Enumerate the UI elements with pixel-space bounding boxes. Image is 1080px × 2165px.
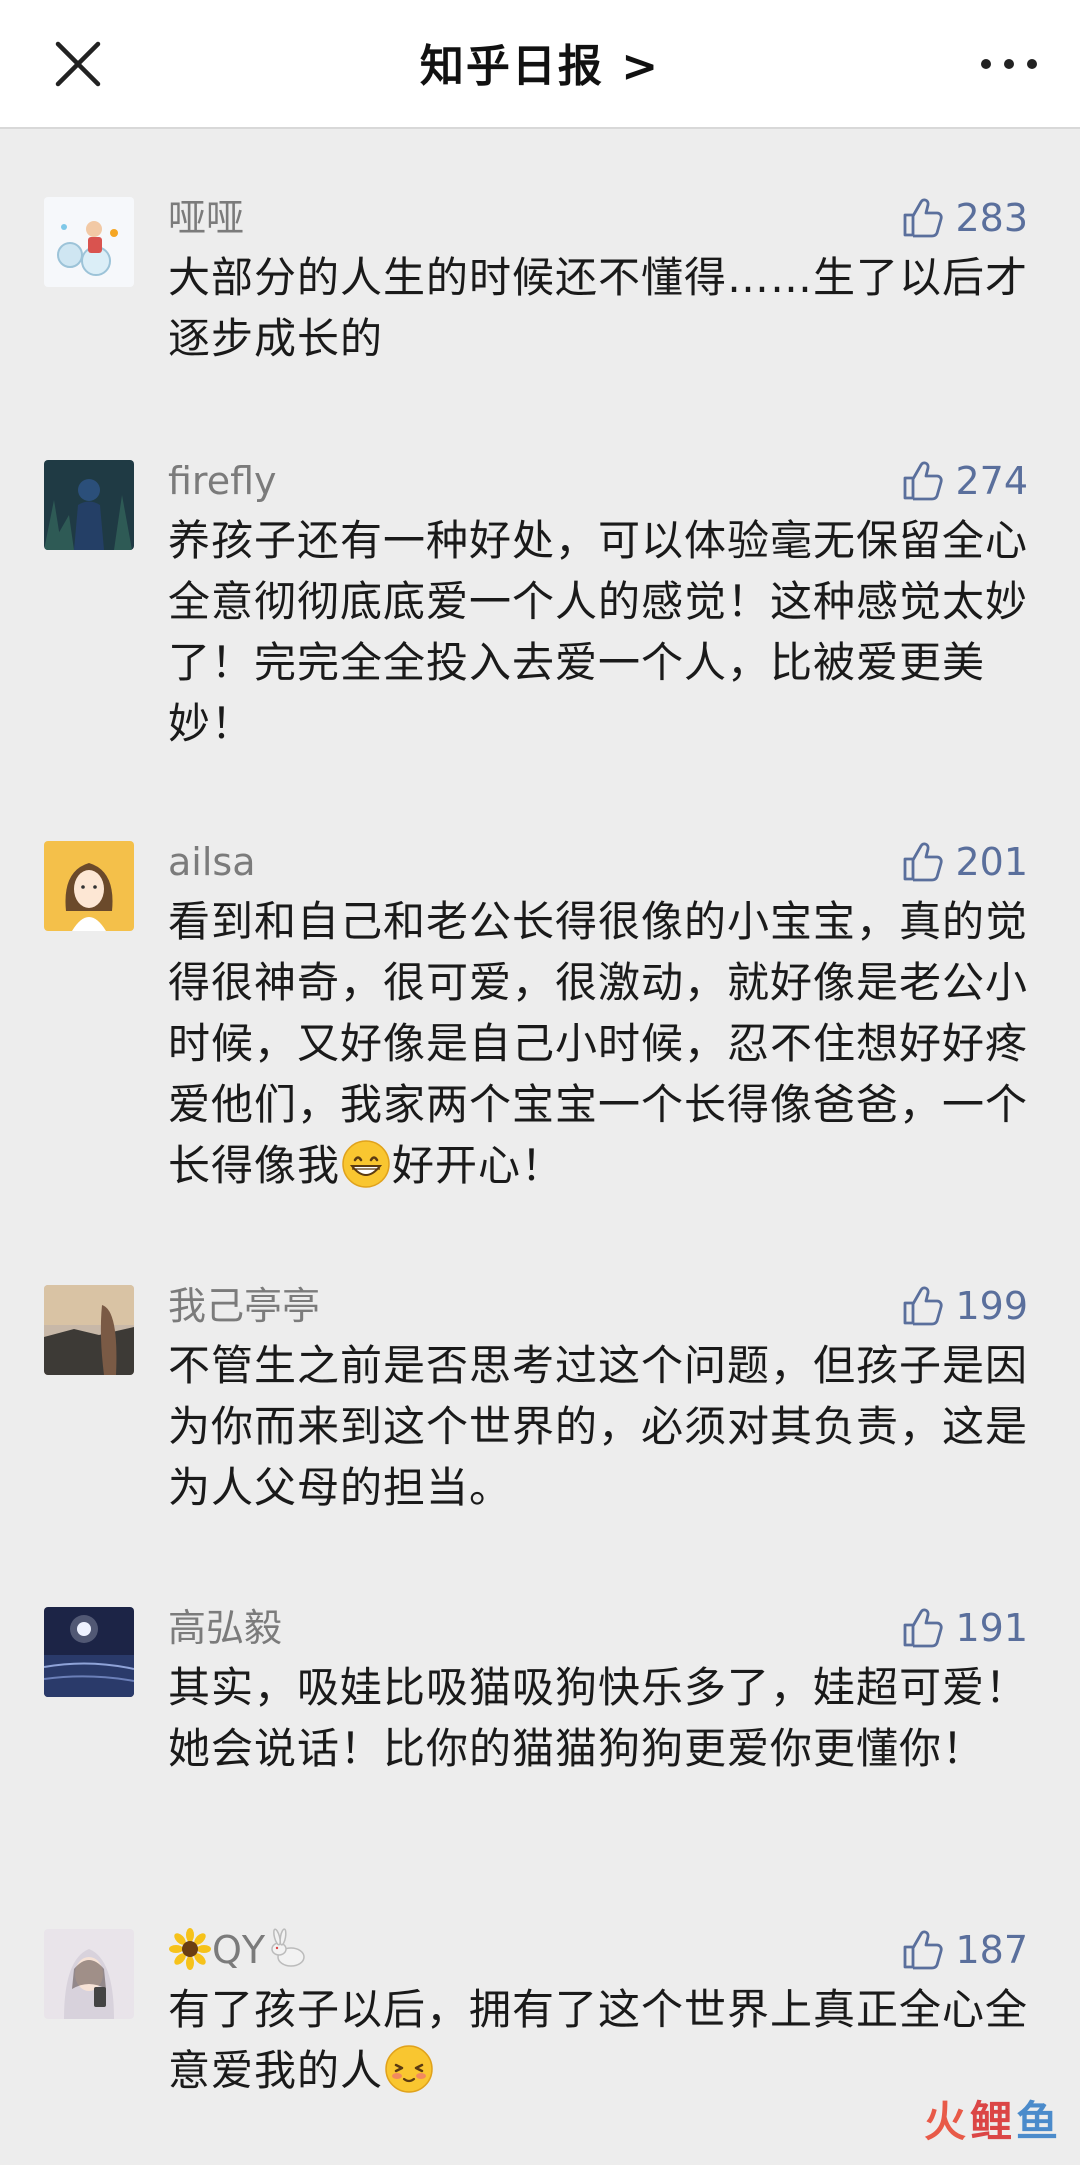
like-button[interactable]: 199: [899, 1281, 1028, 1331]
thumbs-up-icon: [904, 842, 944, 882]
thumbs-up-icon: [904, 1286, 944, 1326]
top-bar: 知乎日报 >: [0, 0, 1080, 129]
like-count: 283: [955, 196, 1028, 240]
like-count: 274: [955, 459, 1028, 503]
sunflower-icon: [168, 1927, 212, 1971]
avatar[interactable]: [44, 1929, 134, 2019]
more-icon: [981, 59, 1037, 69]
comment-author-text: QY: [212, 1928, 266, 1972]
like-count: 201: [955, 840, 1028, 884]
page-title[interactable]: 知乎日报 >: [0, 30, 1080, 94]
avatar[interactable]: [44, 197, 134, 287]
blushing-emoji-icon: [383, 2043, 435, 2095]
avatar[interactable]: [44, 1607, 134, 1697]
avatar[interactable]: [44, 841, 134, 931]
comment-text: 其实，吸娃比吸猫吸狗快乐多了，娃超可爱！她会说话！比你的猫猫狗狗更爱你更懂你！: [168, 1663, 1029, 1773]
comment-text-part: 有了孩子以后，拥有了这个世界上真正全心全意爱我的人: [168, 1985, 1029, 2095]
like-button[interactable]: 191: [899, 1603, 1028, 1653]
rabbit-icon: [265, 1927, 309, 1971]
avatar[interactable]: [44, 460, 134, 550]
like-button[interactable]: 187: [899, 1925, 1028, 1975]
comment-author[interactable]: QY: [168, 1925, 309, 1975]
comment-text: 有了孩子以后，拥有了这个世界上真正全心全意爱我的人: [168, 1979, 1038, 2101]
like-button[interactable]: 201: [899, 837, 1028, 887]
comment-text: 大部分的人生的时候还不懂得……生了以后才逐步成长的: [168, 253, 1029, 363]
comment-text-part: 看到和自己和老公长得很像的小宝宝，真的觉得很神奇，很可爱，很激动，就好像是老公小…: [168, 897, 1029, 1190]
comment-text-part: 好开心！: [392, 1141, 565, 1190]
watermark-part: 鲤: [969, 2097, 1012, 2146]
comment-author[interactable]: 高弘毅: [168, 1603, 282, 1653]
like-button[interactable]: 283: [899, 193, 1028, 243]
more-button[interactable]: [974, 44, 1044, 84]
like-count: 187: [955, 1928, 1028, 1972]
comment-text: 不管生之前是否思考过这个问题，但孩子是因为你而来到这个世界的，必须对其负责，这是…: [168, 1341, 1029, 1512]
comment-text: 养孩子还有一种好处，可以体验毫无保留全心全意彻彻底底爱一个人的感觉！这种感觉太妙…: [168, 516, 1029, 748]
thumbs-up-icon: [904, 461, 944, 501]
like-button[interactable]: 274: [899, 456, 1028, 506]
watermark-logo: 火鲤鱼: [924, 2088, 1058, 2149]
like-count: 199: [955, 1284, 1028, 1328]
comment-author[interactable]: 哑哑: [168, 193, 244, 243]
comment-author[interactable]: firefly: [168, 456, 277, 506]
watermark-part: 鱼: [1015, 2097, 1058, 2146]
grinning-emoji-icon: [340, 1138, 392, 1190]
comment-author[interactable]: 我己亭亭: [168, 1281, 320, 1331]
avatar[interactable]: [44, 1285, 134, 1375]
thumbs-up-icon: [904, 1930, 944, 1970]
like-count: 191: [955, 1606, 1028, 1650]
thumbs-up-icon: [904, 1608, 944, 1648]
comment-author[interactable]: ailsa: [168, 837, 256, 887]
comment-text: 看到和自己和老公长得很像的小宝宝，真的觉得很神奇，很可爱，很激动，就好像是老公小…: [168, 891, 1038, 1196]
watermark-part: 火: [923, 2097, 966, 2146]
thumbs-up-icon: [904, 198, 944, 238]
